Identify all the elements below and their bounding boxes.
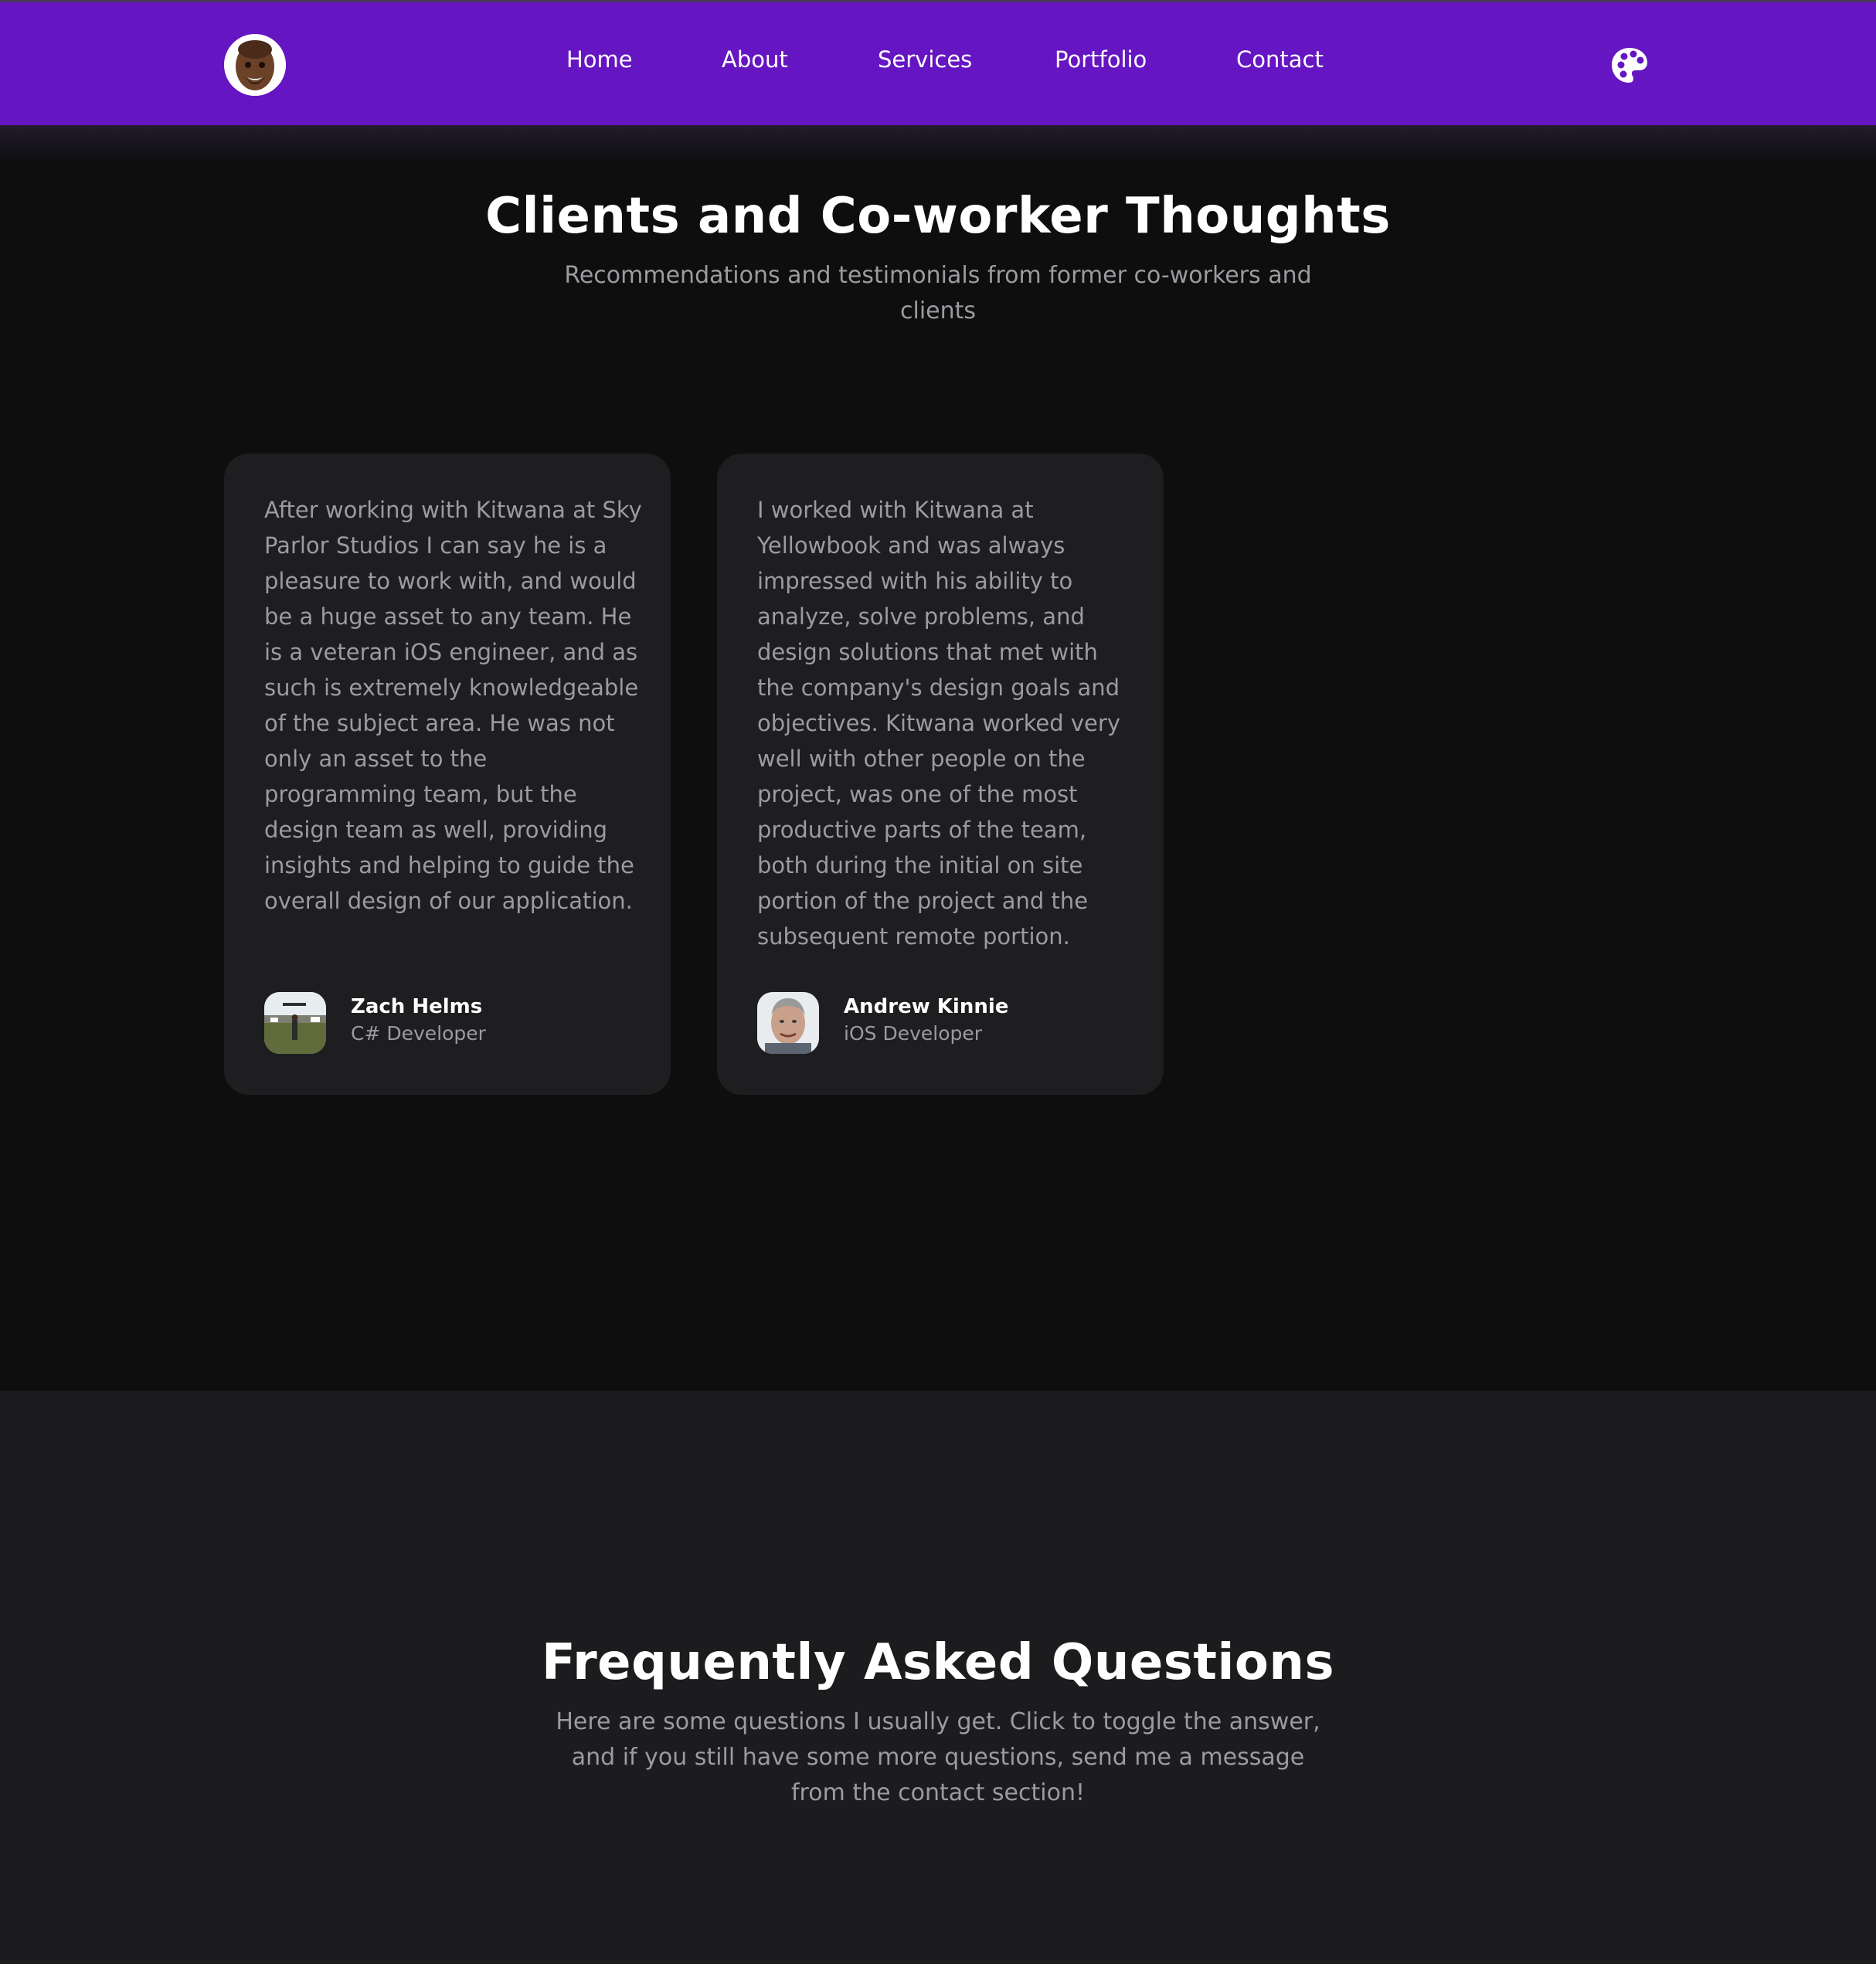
faq-subtitle: Here are some questions I usually get. C… (474, 1704, 1402, 1811)
reviewer-name: Zach Helms (351, 995, 483, 1018)
testimonial-text: I worked with Kitwana at Yellowbook and … (757, 497, 1120, 950)
theme-palette-button[interactable] (1610, 46, 1649, 85)
person-photo-icon (757, 992, 819, 1054)
reviewer-role: C# Developer (351, 1022, 486, 1045)
faq-subtitle-line-2: and if you still have some more question… (571, 1744, 1305, 1771)
testimonials-subtitle: Recommendations and testimonials from fo… (474, 258, 1402, 329)
faq-subtitle-line-3: from the contact section! (791, 1779, 1085, 1806)
navbar-shadow (0, 125, 1876, 164)
testimonial-card: I worked with Kitwana at Yellowbook and … (717, 454, 1164, 1095)
main-nav: Home About Services Portfolio Contact (0, 46, 1876, 85)
testimonial-card: After working with Kitwana at Sky Parlor… (224, 454, 671, 1095)
nav-about[interactable]: About (722, 46, 788, 73)
navbar: Home About Services Portfolio Contact (0, 2, 1876, 125)
testimonials-subtitle-line-2: clients (899, 297, 977, 325)
faq-subtitle-line-1: Here are some questions I usually get. C… (556, 1708, 1320, 1735)
landscape-photo-icon (264, 992, 326, 1054)
reviewer-name: Andrew Kinnie (844, 995, 1009, 1018)
testimonials-title: Clients and Co-worker Thoughts (485, 188, 1391, 245)
testimonial-text: After working with Kitwana at Sky Parlor… (264, 497, 642, 914)
reviewer-photo (264, 992, 326, 1054)
faq-title: Frequently Asked Questions (541, 1634, 1335, 1691)
faq-section: Frequently Asked Questions Here are some… (0, 1391, 1876, 1964)
reviewer-photo (757, 992, 819, 1054)
nav-contact[interactable]: Contact (1236, 46, 1324, 73)
nav-services[interactable]: Services (878, 46, 972, 73)
nav-portfolio[interactable]: Portfolio (1055, 46, 1147, 73)
palette-icon (1612, 48, 1647, 83)
testimonials-subtitle-line-1: Recommendations and testimonials from fo… (564, 262, 1312, 289)
reviewer-role: iOS Developer (844, 1022, 983, 1045)
nav-home[interactable]: Home (566, 46, 633, 73)
